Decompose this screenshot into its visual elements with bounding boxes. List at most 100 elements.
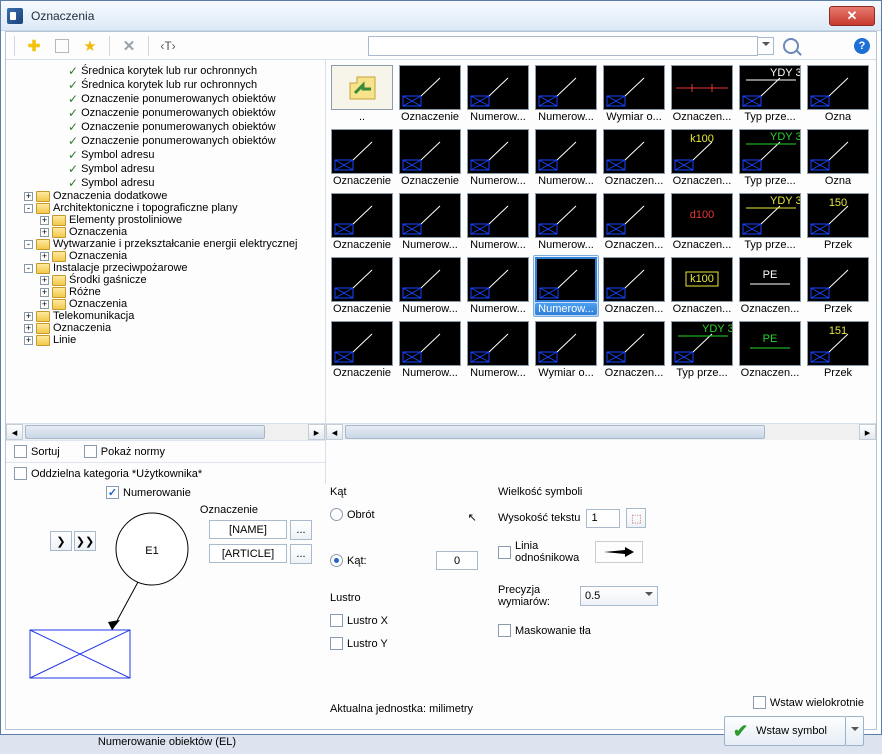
article-field[interactable] bbox=[209, 544, 287, 563]
thumbnail[interactable]: Oznaczen... bbox=[671, 65, 733, 123]
text-height-pick-button[interactable]: ⬚ bbox=[626, 508, 646, 528]
thumbnail[interactable]: YDY 3x1.5Typ prze... bbox=[739, 65, 801, 123]
thumbnail[interactable]: Numerow... bbox=[467, 321, 529, 379]
thumbnail[interactable]: Numerow... bbox=[535, 257, 597, 315]
thumbnail[interactable]: Numerow... bbox=[467, 65, 529, 123]
close-button[interactable]: ✕ bbox=[829, 6, 875, 26]
thumbnail[interactable]: Numerow... bbox=[467, 193, 529, 251]
name-browse-button[interactable]: ... bbox=[290, 520, 312, 540]
tree-item[interactable]: ✓Symbol adresu bbox=[8, 148, 323, 162]
tree-item[interactable]: +Różne bbox=[8, 286, 323, 298]
scroll-thumb[interactable] bbox=[25, 425, 265, 439]
thumbnail[interactable]: Oznaczenie bbox=[399, 65, 461, 123]
leader-style-button[interactable] bbox=[595, 541, 643, 563]
thumbnail[interactable]: Ozna bbox=[807, 129, 869, 187]
thumbnail[interactable]: YDY 3x1.Typ prze... bbox=[739, 193, 801, 251]
tree-item[interactable]: +Oznaczenia dodatkowe bbox=[8, 190, 323, 202]
angle-input[interactable] bbox=[436, 551, 478, 570]
tree-item[interactable]: ✓Oznaczenie ponumerowanych obiektów bbox=[8, 106, 323, 120]
thumbnail[interactable]: Numerow... bbox=[399, 257, 461, 315]
tree-item[interactable]: -Architektoniczne i topograficzne plany bbox=[8, 202, 323, 214]
numbering-checkbox[interactable]: Numerowanie bbox=[106, 486, 191, 499]
mirror-x-checkbox[interactable]: Lustro X bbox=[330, 614, 490, 627]
collapse-icon[interactable]: - bbox=[24, 204, 33, 213]
precision-dropdown[interactable]: 0.5 bbox=[580, 586, 658, 606]
thumbnail[interactable]: Numerow... bbox=[467, 257, 529, 315]
tree-item[interactable]: ✓Średnica korytek lub rur ochronnych bbox=[8, 78, 323, 92]
favorite-button[interactable]: ★ bbox=[79, 35, 101, 57]
thumbnail[interactable]: Numerow... bbox=[535, 193, 597, 251]
angle-radio[interactable]: Kąt: bbox=[330, 554, 367, 567]
expand-icon[interactable]: + bbox=[40, 252, 49, 261]
tree-item[interactable]: ✓Oznaczenie ponumerowanych obiektów bbox=[8, 92, 323, 106]
thumbnail[interactable]: Oznaczen... bbox=[603, 193, 665, 251]
rotation-radio[interactable]: Obrót bbox=[330, 508, 375, 521]
thumbnail[interactable]: .. bbox=[331, 65, 393, 123]
tree-item[interactable]: +Linie bbox=[8, 334, 323, 346]
collapse-icon[interactable]: - bbox=[24, 264, 33, 273]
insert-multi-checkbox[interactable]: Wstaw wielokrotnie bbox=[753, 696, 864, 709]
expand-icon[interactable]: + bbox=[40, 288, 49, 297]
thumbnail[interactable]: k100Oznaczen... bbox=[671, 257, 733, 315]
leader-checkbox[interactable]: Linia odnośnikowa bbox=[498, 540, 585, 564]
thumbnail[interactable]: PEOznaczen... bbox=[739, 321, 801, 379]
thumbnail[interactable]: Ozna bbox=[807, 65, 869, 123]
thumbnail[interactable]: Numerow... bbox=[399, 193, 461, 251]
tree-item[interactable]: ✓Symbol adresu bbox=[8, 176, 323, 190]
thumbnail[interactable]: Oznaczenie bbox=[331, 321, 393, 379]
thumbnail[interactable]: Numerow... bbox=[467, 129, 529, 187]
expand-icon[interactable]: + bbox=[40, 228, 49, 237]
text-tag-button[interactable]: ‹T› bbox=[157, 35, 179, 57]
thumbnail[interactable]: Przek bbox=[807, 257, 869, 315]
tree-item[interactable]: -Wytwarzanie i przekształcanie energii e… bbox=[8, 238, 323, 250]
thumbnail[interactable]: YDY 3x1.5Typ prze... bbox=[671, 321, 733, 379]
expand-icon[interactable]: + bbox=[24, 324, 33, 333]
search-input[interactable] bbox=[368, 36, 758, 56]
sort-checkbox[interactable]: Sortuj bbox=[14, 445, 60, 458]
expand-icon[interactable]: + bbox=[40, 276, 49, 285]
article-browse-button[interactable]: ... bbox=[290, 544, 312, 564]
tree-item[interactable]: ✓Symbol adresu bbox=[8, 162, 323, 176]
search-dropdown-button[interactable] bbox=[758, 37, 774, 55]
tree-item[interactable]: +Oznaczenia bbox=[8, 298, 323, 310]
mirror-y-checkbox[interactable]: Lustro Y bbox=[330, 637, 490, 650]
thumbnail[interactable]: Oznaczenie bbox=[331, 129, 393, 187]
expand-icon[interactable]: + bbox=[24, 312, 33, 321]
thumbnail[interactable]: d100Oznaczen... bbox=[671, 193, 733, 251]
delete-button[interactable]: ✕ bbox=[118, 35, 140, 57]
scroll-right-button[interactable]: ▸ bbox=[308, 424, 325, 440]
tree-item[interactable]: +Oznaczenia bbox=[8, 250, 323, 262]
tree-item[interactable]: +Elementy prostoliniowe bbox=[8, 214, 323, 226]
scroll-left-button[interactable]: ◂ bbox=[6, 424, 23, 440]
tree-item[interactable]: ✓Oznaczenie ponumerowanych obiektów bbox=[8, 134, 323, 148]
tree-item[interactable]: +Oznaczenia bbox=[8, 322, 323, 334]
search-button[interactable] bbox=[780, 35, 802, 57]
scroll-left-button[interactable]: ◂ bbox=[326, 424, 343, 440]
collapse-icon[interactable]: - bbox=[24, 240, 33, 249]
thumbnail[interactable]: k100Oznaczen... bbox=[671, 129, 733, 187]
tree-item[interactable]: +Środki gaśnicze bbox=[8, 274, 323, 286]
scroll-right-button[interactable]: ▸ bbox=[859, 424, 876, 440]
name-field[interactable] bbox=[209, 520, 287, 539]
thumbs-hscrollbar[interactable]: ◂ ▸ bbox=[326, 423, 876, 440]
thumbnail[interactable]: Numerow... bbox=[535, 65, 597, 123]
thumbnail[interactable]: Oznaczen... bbox=[603, 257, 665, 315]
user-category-checkbox[interactable]: Oddzielna kategoria *Użytkownika* bbox=[14, 467, 202, 480]
add-button[interactable]: ✚ bbox=[23, 35, 45, 57]
category-tree[interactable]: ✓Średnica korytek lub rur ochronnych✓Śre… bbox=[6, 60, 325, 420]
thumbnail[interactable]: Numerow... bbox=[399, 321, 461, 379]
expand-icon[interactable]: + bbox=[40, 216, 49, 225]
expand-icon[interactable]: + bbox=[24, 336, 33, 345]
mask-checkbox[interactable]: Maskowanie tła bbox=[498, 624, 591, 637]
properties-button[interactable] bbox=[51, 35, 73, 57]
thumbnail[interactable]: 150Przek bbox=[807, 193, 869, 251]
thumbnail[interactable]: Oznaczenie bbox=[331, 257, 393, 315]
thumbnail[interactable]: Wymiar o... bbox=[603, 65, 665, 123]
thumbnail[interactable]: Wymiar o... bbox=[535, 321, 597, 379]
thumbnail[interactable]: PEOznaczen... bbox=[739, 257, 801, 315]
show-norms-checkbox[interactable]: Pokaż normy bbox=[84, 445, 165, 458]
thumbnail[interactable]: Numerow... bbox=[535, 129, 597, 187]
thumbnail[interactable]: YDY 3x1.5Typ prze... bbox=[739, 129, 801, 187]
thumbnail[interactable]: Oznaczenie bbox=[399, 129, 461, 187]
tree-item[interactable]: ✓Oznaczenie ponumerowanych obiektów bbox=[8, 120, 323, 134]
